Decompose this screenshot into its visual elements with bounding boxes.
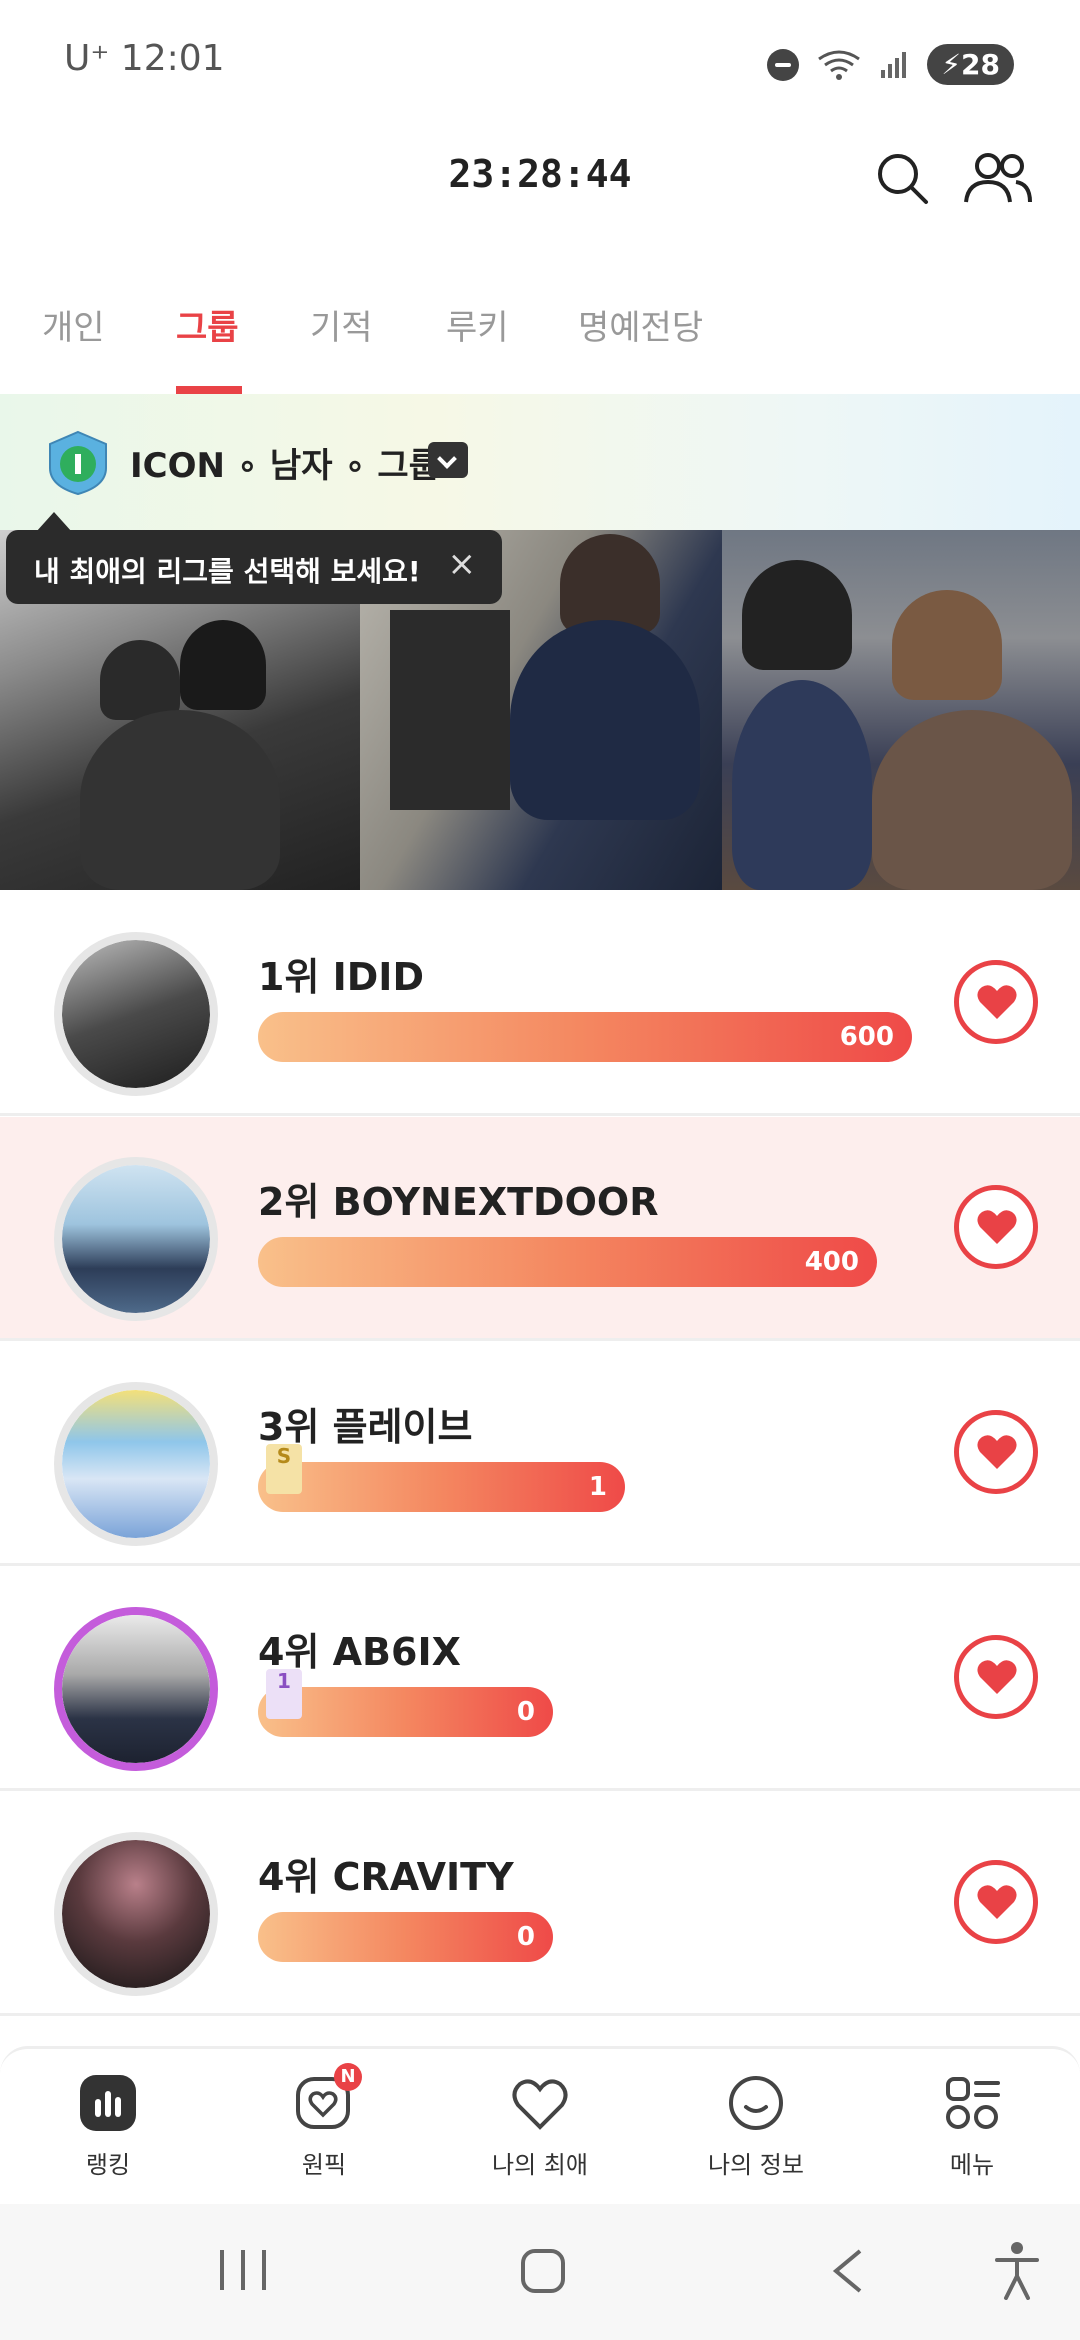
- nav-label: 나의 최애: [492, 2151, 588, 2179]
- vote-count: 1: [588, 1472, 607, 1502]
- avatar: [54, 1157, 218, 1321]
- close-icon[interactable]: ×: [448, 544, 477, 584]
- vote-count: 0: [516, 1697, 535, 1727]
- rank-title: 3위 플레이브: [258, 1405, 473, 1449]
- vote-count: 400: [804, 1247, 859, 1277]
- avatar: [54, 1607, 218, 1771]
- tab-hall-of-fame[interactable]: 명예전당: [578, 300, 703, 349]
- heart-icon: [977, 985, 1017, 1019]
- heart-icon: [977, 1210, 1017, 1244]
- wifi-icon: [818, 50, 861, 80]
- vote-bar: 600: [258, 1012, 912, 1062]
- heart-icon: [977, 1435, 1017, 1469]
- ranking-row[interactable]: 3위 플레이브 1 S: [0, 1342, 1080, 1566]
- menu-grid-icon: [942, 2073, 1002, 2133]
- league-label: ICON ∘ 남자 ∘ 그룹: [130, 446, 440, 486]
- league-selector[interactable]: ICON ∘ 남자 ∘ 그룹: [0, 394, 1080, 530]
- league-banner: ICON ∘ 남자 ∘ 그룹: [0, 394, 1080, 890]
- nav-ranking[interactable]: 랭킹: [28, 2073, 188, 2180]
- banner-photo-3[interactable]: [722, 530, 1080, 890]
- new-badge: N: [334, 2063, 362, 2091]
- vote-count: 0: [516, 1922, 535, 1952]
- signal-icon: [881, 51, 907, 78]
- rank-title: 2위 BOYNEXTDOOR: [258, 1180, 659, 1224]
- people-icon[interactable]: [962, 150, 1034, 206]
- smile-icon: [726, 2073, 786, 2133]
- heart-icon: [977, 1660, 1017, 1694]
- vote-bar: 400: [258, 1237, 877, 1287]
- ranking-row[interactable]: 4위 AB6IX 0 1: [0, 1567, 1080, 1791]
- onepick-icon: N: [294, 2063, 362, 2133]
- tab-individual[interactable]: 개인: [42, 300, 105, 349]
- home-icon[interactable]: [520, 2248, 566, 2294]
- nav-label: 나의 정보: [708, 2151, 804, 2179]
- vote-heart-button[interactable]: [954, 1410, 1038, 1494]
- vote-heart-button[interactable]: [954, 1860, 1038, 1944]
- rank-badge: 1: [266, 1669, 302, 1719]
- avatar: [54, 1382, 218, 1546]
- rank-title: 1위 IDID: [258, 955, 424, 999]
- bottom-nav: 랭킹 N 원픽 나의 최애 나의 정보 메뉴: [0, 2046, 1080, 2204]
- search-icon[interactable]: [874, 150, 930, 206]
- battery-level: 28: [961, 48, 1000, 81]
- tab-rookie[interactable]: 루키: [446, 300, 509, 349]
- vote-heart-button[interactable]: [954, 1185, 1038, 1269]
- recent-apps-icon[interactable]: [216, 2248, 270, 2292]
- heart-icon: [977, 1885, 1017, 1919]
- nav-my-favorite[interactable]: 나의 최애: [460, 2073, 620, 2180]
- nav-my-info[interactable]: 나의 정보: [676, 2073, 836, 2180]
- rank-title: 4위 AB6IX: [258, 1630, 461, 1674]
- avatar: [54, 932, 218, 1096]
- battery-indicator: ⚡28: [927, 44, 1014, 85]
- nav-label: 원픽: [301, 2151, 347, 2179]
- ranking-icon: [78, 2073, 138, 2133]
- ranking-row[interactable]: 2위 BOYNEXTDOOR 400: [0, 1117, 1080, 1341]
- category-tabs: 개인 그룹 기적 루키 명예전당: [0, 270, 1080, 394]
- accessibility-icon[interactable]: [994, 2240, 1040, 2300]
- tooltip-text: 내 최애의 리그를 선택해 보세요!: [34, 555, 421, 588]
- vote-bar: 0: [258, 1912, 553, 1962]
- ranking-row[interactable]: 1위 IDID 600: [0, 892, 1080, 1116]
- avatar: [54, 1832, 218, 1996]
- active-tab-indicator: [176, 386, 242, 394]
- nav-onepick[interactable]: N 원픽: [244, 2063, 404, 2180]
- dnd-icon: [767, 48, 800, 81]
- vote-heart-button[interactable]: [954, 960, 1038, 1044]
- nav-menu[interactable]: 메뉴: [892, 2073, 1052, 2180]
- tab-miracle[interactable]: 기적: [310, 300, 373, 349]
- carrier-time: U⁺ 12:01: [64, 38, 225, 79]
- vote-heart-button[interactable]: [954, 1635, 1038, 1719]
- vote-count: 600: [839, 1022, 894, 1052]
- nav-label: 랭킹: [85, 2151, 131, 2179]
- status-icons: ⚡28: [767, 44, 1014, 85]
- rank-badge: S: [266, 1444, 302, 1494]
- back-icon[interactable]: [830, 2248, 864, 2294]
- league-tooltip: 내 최애의 리그를 선택해 보세요! ×: [6, 512, 502, 604]
- tab-group[interactable]: 그룹: [176, 300, 239, 349]
- heart-outline-icon: [510, 2073, 570, 2133]
- league-shield-icon: [49, 430, 107, 496]
- status-bar: U⁺ 12:01 ⚡28: [0, 0, 1080, 130]
- vote-bar: 0: [258, 1687, 553, 1737]
- vote-bar: 1: [258, 1462, 625, 1512]
- system-nav-bar: [0, 2204, 1080, 2340]
- chevron-down-icon[interactable]: [428, 442, 468, 478]
- nav-label: 메뉴: [949, 2151, 995, 2179]
- ranking-row[interactable]: 4위 CRAVITY 0: [0, 1792, 1080, 2016]
- rank-title: 4위 CRAVITY: [258, 1855, 514, 1899]
